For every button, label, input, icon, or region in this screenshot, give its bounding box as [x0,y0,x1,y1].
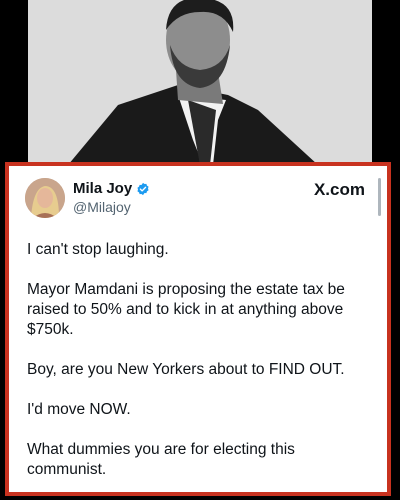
tweet-paragraph: I'd move NOW. [27,401,131,418]
tweet-paragraph: Mayor Mamdani is proposing the estate ta… [27,281,345,338]
tweet-paragraph: Boy, are you New Yorkers about to FIND O… [27,361,345,378]
header-photo [28,0,372,165]
author-name-row: Mila Joy [73,180,150,197]
scrollbar[interactable] [378,178,381,216]
author-name[interactable]: Mila Joy [73,180,132,197]
verified-badge-icon [136,182,150,196]
tweet-body: I can't stop laughing. Mayor Mamdani is … [27,240,373,500]
author-handle[interactable]: @Milajoy [73,199,131,215]
tweet-card: Mila Joy @Milajoy X.com I can't stop lau… [9,166,387,492]
source-label: X.com [313,180,365,199]
tweet-paragraph: I can't stop laughing. [27,241,169,258]
author-avatar[interactable] [25,178,65,218]
tweet-paragraph: What dummies you are for electing this c… [27,441,295,478]
tweet-card-frame: Mila Joy @Milajoy X.com I can't stop lau… [5,162,391,496]
